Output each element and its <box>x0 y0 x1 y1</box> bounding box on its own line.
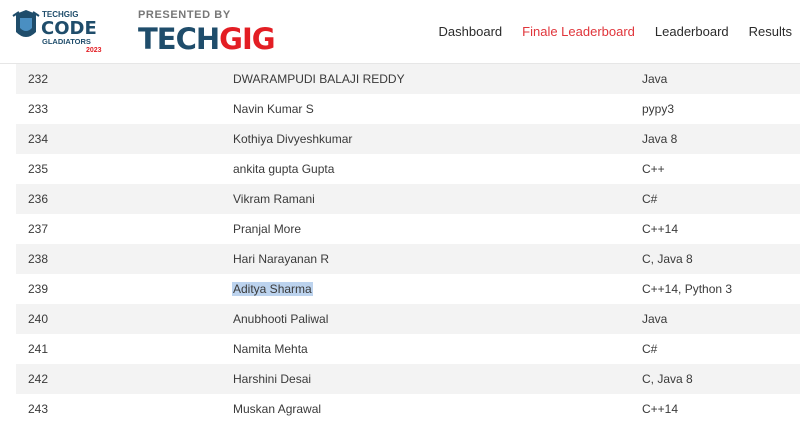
name-cell: ankita gupta Gupta <box>233 162 335 176</box>
table-row: 234 Kothiya Divyeshkumar Java 8 <box>16 124 800 154</box>
brand-gig: GIG <box>219 22 275 56</box>
name-cell: Hari Narayanan R <box>233 252 330 266</box>
name-cell: Vikram Ramani <box>233 192 315 206</box>
rank-cell: 236 <box>28 192 49 206</box>
language-cell: C++ <box>642 162 665 176</box>
name-cell-selected[interactable]: Aditya Sharma <box>232 282 313 296</box>
site-header: TECHGIG CODE GLADIATORS 2023 PRESENTED B… <box>0 0 800 64</box>
nav-dashboard[interactable]: Dashboard <box>439 24 503 39</box>
language-cell: C# <box>642 342 658 356</box>
nav-results[interactable]: Results <box>749 24 792 39</box>
logo-code: CODE <box>41 18 97 39</box>
leaderboard-table: 232 DWARAMPUDI BALAJI REDDY Java 233 Nav… <box>16 64 800 424</box>
table-row: 232 DWARAMPUDI BALAJI REDDY Java <box>16 64 800 94</box>
name-cell: Namita Mehta <box>233 342 308 356</box>
language-cell: C++14, Python 3 <box>642 282 733 296</box>
table-row: 236 Vikram Ramani C# <box>16 184 800 214</box>
language-cell: C# <box>642 192 658 206</box>
language-cell: C, Java 8 <box>642 252 693 266</box>
logo-year: 2023 <box>86 47 102 54</box>
rank-cell: 235 <box>28 162 49 176</box>
language-cell: Java 8 <box>642 132 678 146</box>
table-row: 243 Muskan Agrawal C++14 <box>16 394 800 424</box>
language-cell: Java <box>642 72 668 86</box>
name-cell: Kothiya Divyeshkumar <box>233 132 353 146</box>
nav-finale-leaderboard[interactable]: Finale Leaderboard <box>522 24 635 39</box>
rank-cell: 241 <box>28 342 49 356</box>
language-cell: pypy3 <box>642 102 675 116</box>
rank-cell: 238 <box>28 252 49 266</box>
rank-cell: 240 <box>28 312 49 326</box>
name-cell: Anubhooti Paliwal <box>233 312 329 326</box>
language-cell: C++14 <box>642 402 679 416</box>
rank-cell: 234 <box>28 132 49 146</box>
name-cell: Navin Kumar S <box>233 102 314 116</box>
code-gladiators-logo[interactable]: TECHGIG CODE GLADIATORS 2023 <box>12 6 116 56</box>
name-cell: Harshini Desai <box>233 372 312 386</box>
rank-cell: 243 <box>28 402 49 416</box>
table-row: 237 Pranjal More C++14 <box>16 214 800 244</box>
brand-tech: TECH <box>138 22 220 56</box>
rank-cell: 242 <box>28 372 49 386</box>
table-row: 238 Hari Narayanan R C, Java 8 <box>16 244 800 274</box>
main-nav: Dashboard Finale Leaderboard Leaderboard… <box>439 24 792 39</box>
rank-cell: 239 <box>28 282 49 296</box>
table-row: 240 Anubhooti Paliwal Java <box>16 304 800 334</box>
language-cell: C++14 <box>642 222 679 236</box>
language-cell: Java <box>642 312 668 326</box>
name-cell: Muskan Agrawal <box>233 402 322 416</box>
rank-cell: 232 <box>28 72 49 86</box>
language-cell: C, Java 8 <box>642 372 693 386</box>
logo-gladiators: GLADIATORS <box>42 37 91 46</box>
name-cell: DWARAMPUDI BALAJI REDDY <box>233 72 405 86</box>
table-row: 233 Navin Kumar S pypy3 <box>16 94 800 124</box>
name-cell: Pranjal More <box>233 222 302 236</box>
table-row: 241 Namita Mehta C# <box>16 334 800 364</box>
table-row: 235 ankita gupta Gupta C++ <box>16 154 800 184</box>
presented-by-label: PRESENTED BY <box>138 9 231 21</box>
gladiator-helmet-icon <box>12 10 40 37</box>
rank-cell: 237 <box>28 222 49 236</box>
nav-leaderboard[interactable]: Leaderboard <box>655 24 729 39</box>
table-row: 242 Harshini Desai C, Java 8 <box>16 364 800 394</box>
techgig-brand-logo[interactable]: TECHGIG <box>138 22 276 56</box>
rank-cell: 233 <box>28 102 49 116</box>
table-row: 239 Aditya Sharma C++14, Python 3 <box>16 274 800 304</box>
